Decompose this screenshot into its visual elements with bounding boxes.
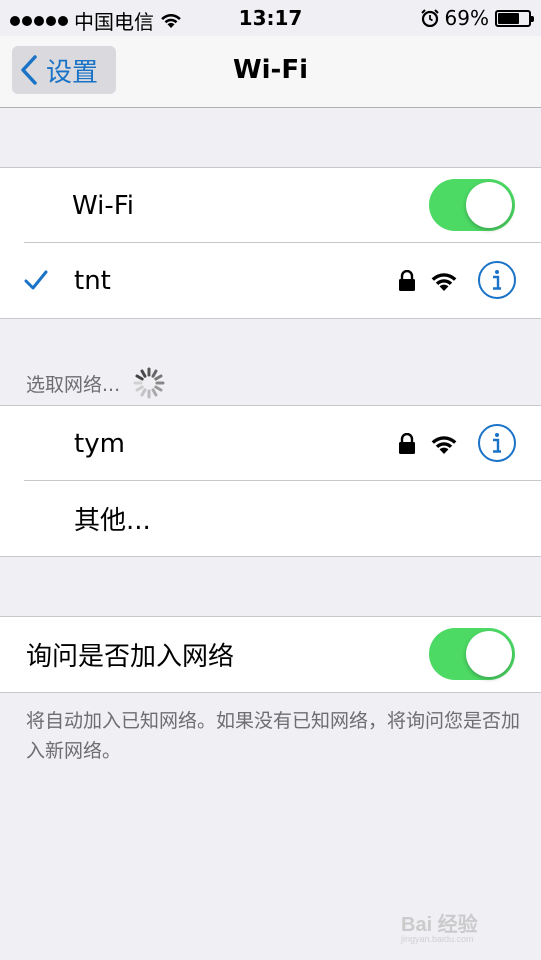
wifi-signal-icon — [431, 436, 457, 454]
network-name: tym — [74, 428, 125, 459]
ask-to-join-label: 询问是否加入网络 — [26, 642, 235, 672]
watermark-brand: Bai 经验 — [401, 914, 478, 936]
info-icon — [493, 270, 501, 290]
ask-to-join-row: 询问是否加入网络 — [0, 617, 541, 692]
lock-icon — [399, 270, 415, 291]
choose-network-label: 选取网络... — [26, 373, 121, 396]
lock-icon — [399, 433, 415, 454]
network-info-button[interactable] — [478, 424, 516, 462]
wifi-toggle-label: Wi-Fi — [72, 190, 135, 221]
alarm-icon — [420, 9, 439, 27]
loading-spinner-icon — [133, 367, 165, 399]
ask-to-join-group: 询问是否加入网络 — [0, 616, 541, 693]
checkmark-icon — [24, 270, 48, 290]
ask-to-join-footer: 将自动加入已知网络。如果没有已知网络，将询问您是否加入新网络。 — [26, 710, 521, 762]
wifi-toggle[interactable] — [429, 179, 515, 231]
wifi-signal-icon — [431, 273, 457, 291]
page-title: Wi-Fi — [232, 55, 309, 85]
battery-icon — [495, 9, 534, 27]
wifi-toggle-row: Wi-Fi — [0, 168, 541, 243]
network-row[interactable]: tym — [0, 406, 541, 481]
other-network-row[interactable]: 其他... — [0, 481, 541, 556]
network-name: tnt — [74, 265, 111, 296]
toggle-knob — [466, 182, 512, 228]
battery-percent: 69% — [444, 6, 489, 30]
toggle-knob — [466, 631, 512, 677]
ask-to-join-toggle[interactable] — [429, 628, 515, 680]
networks-group: tym 其他... — [0, 405, 541, 557]
connected-network-row[interactable]: tnt — [0, 243, 541, 318]
choose-network-header: 选取网络... — [26, 366, 166, 400]
other-network-label: 其他... — [74, 506, 151, 536]
battery-fill — [498, 12, 519, 24]
wifi-group: Wi-Fi tnt — [0, 167, 541, 319]
status-bar: 中国电信 13:17 69% — [0, 0, 541, 36]
status-right: 69% — [420, 6, 534, 30]
nav-bar: 设置 Wi-Fi — [0, 36, 541, 108]
network-info-button[interactable] — [478, 261, 516, 299]
baidu-watermark: Bai 经验 jingyan.baidu.com — [401, 904, 511, 948]
info-icon — [493, 433, 501, 453]
watermark-sub: jingyan.baidu.com — [401, 934, 474, 944]
